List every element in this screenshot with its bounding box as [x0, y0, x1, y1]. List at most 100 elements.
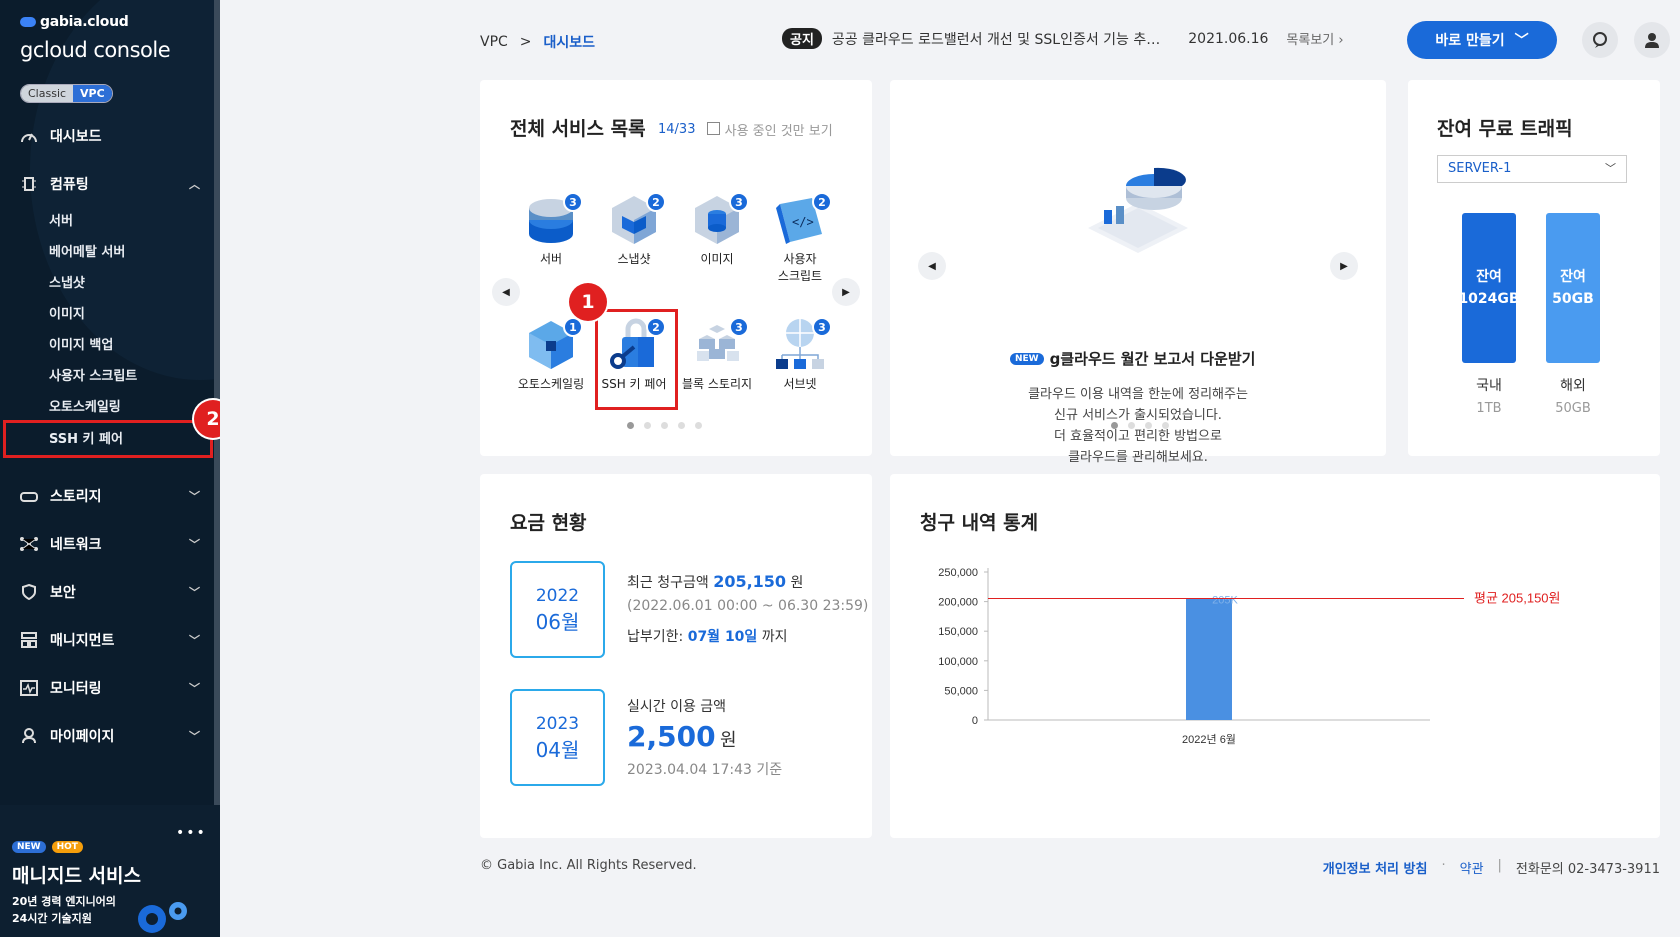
service-image[interactable]: 3 이미지	[677, 190, 757, 267]
banner-prev-arrow[interactable]: ◀	[918, 252, 946, 280]
cloud-icon	[20, 17, 36, 27]
sidebar-item-user-script[interactable]: 사용자 스크립트	[49, 365, 137, 384]
subnet-count-badge: 3	[812, 317, 832, 337]
dashboard-gauge-icon	[20, 127, 38, 145]
banner-page-dots[interactable]	[1111, 422, 1169, 429]
image-count-badge: 3	[729, 192, 749, 212]
service-subnet[interactable]: 3 서브넷	[760, 315, 840, 392]
more-dots-icon[interactable]: •••	[176, 825, 207, 841]
block-storage-count-badge: 3	[729, 317, 749, 337]
billing-card: 요금 현황 2022 06월 최근 청구금액 205,150 원 (2022.0…	[480, 474, 872, 838]
highlight-ssh-service	[595, 309, 678, 410]
annotation-marker-1: 1	[569, 283, 607, 321]
top-bar: VPC > 대시보드 공지 공공 클라우드 로드밸런서 개선 및 SSL인증서 …	[220, 0, 1680, 80]
recent-billing-info: 최근 청구금액 205,150 원 (2022.06.01 00:00 ~ 06…	[627, 572, 869, 645]
new-badge: NEW	[12, 841, 46, 853]
notice-badge: 공지	[782, 28, 822, 49]
nav-dashboard[interactable]: 대시보드	[20, 126, 102, 146]
recent-billing-month[interactable]: 2022 06월	[510, 561, 605, 658]
gabia-logo[interactable]: gabia.cloud	[20, 14, 129, 30]
service-prev-arrow[interactable]: ◀	[492, 278, 520, 306]
recent-billing-amount: 205,150	[713, 572, 787, 591]
quick-create-button[interactable]: 바로 만들기 ﹀	[1407, 21, 1557, 59]
chevron-down-icon: ﹀	[1514, 33, 1529, 49]
service-page-dots[interactable]	[627, 422, 702, 429]
console-brand[interactable]: gcloud console	[20, 38, 171, 62]
profile-icon[interactable]	[1634, 22, 1670, 58]
realtime-billing-month[interactable]: 2023 04월	[510, 689, 605, 786]
chart-bar	[1186, 598, 1232, 720]
banner-new-badge: NEW	[1010, 352, 1044, 365]
y-tick-label: 250,000	[938, 567, 978, 579]
report-banner-card[interactable]: ◀ ▶ NEW g클라우드 월간 보고서 다운받기 클라우드 이용 내역을 한눈…	[890, 80, 1386, 465]
nav-computing[interactable]: 컴퓨팅 ︿	[20, 174, 200, 194]
y-tick-label: 0	[972, 715, 978, 727]
chevron-down-icon: ﹀	[189, 682, 200, 695]
notice-text[interactable]: 공공 클라우드 로드밸런서 개선 및 SSL인증서 기능 추…	[832, 29, 1160, 49]
service-autoscaling[interactable]: 1 오토스케일링	[511, 315, 591, 392]
promo-title: 매니지드 서비스	[12, 865, 141, 887]
hot-badge: HOT	[51, 841, 83, 853]
in-use-filter[interactable]: 사용 중인 것만 보기	[707, 120, 833, 139]
chat-icon[interactable]	[1582, 22, 1618, 58]
sidebar-item-baremetal[interactable]: 베어메탈 서버	[49, 241, 125, 260]
privacy-policy-link[interactable]: 개인정보 처리 방침	[1323, 858, 1428, 877]
in-use-checkbox[interactable]	[707, 122, 721, 135]
server-select[interactable]: SERVER-1 ﹀	[1437, 155, 1627, 183]
notice-date: 2021.06.16	[1188, 30, 1269, 47]
toggle-classic[interactable]: Classic	[21, 85, 74, 102]
notice-bar[interactable]: 공지 공공 클라우드 로드밸런서 개선 및 SSL인증서 기능 추… 2021.…	[782, 28, 1344, 49]
service-server[interactable]: 3 서버	[511, 190, 591, 267]
promo-banner[interactable]: ••• NEW HOT 매니지드 서비스 20년 경력 엔지니어의 24시간 기…	[0, 805, 220, 937]
billing-stats-chart: 250,000 200,000 150,000 100,000 50,000 0 205K 2…	[938, 567, 1560, 746]
storage-icon	[20, 487, 38, 505]
service-user-script[interactable]: </> 2 사용자 스크립트	[760, 190, 840, 284]
chevron-down-icon: ﹀	[1605, 162, 1616, 175]
monitor-pulse-icon	[20, 679, 38, 697]
user-icon	[20, 727, 38, 745]
sidebar-item-server[interactable]: 서버	[49, 210, 73, 229]
service-list-card: 전체 서비스 목록 14/33 사용 중인 것만 보기 ◀ ▶ 3 서버 2 스…	[480, 80, 872, 456]
traffic-domestic: 잔여 1024GB 국내 1TB	[1458, 213, 1520, 416]
breadcrumb-vpc[interactable]: VPC	[480, 34, 508, 50]
chevron-down-icon: ﹀	[189, 538, 200, 551]
sidebar-item-image[interactable]: 이미지	[49, 303, 85, 322]
chevron-down-icon: ﹀	[189, 586, 200, 599]
service-block-storage[interactable]: 3 블록 스토리지	[677, 315, 757, 392]
nav-management[interactable]: 매니지먼트 ﹀	[20, 630, 200, 650]
service-snapshot[interactable]: 2 스냅샷	[594, 190, 674, 267]
billing-title: 요금 현황	[510, 512, 587, 534]
x-tick-label: 2022년 6월	[1182, 733, 1236, 746]
nav-mypage[interactable]: 마이페이지 ﹀	[20, 726, 200, 746]
traffic-title: 잔여 무료 트래픽	[1437, 118, 1573, 140]
promo-subtitle: 20년 경력 엔지니어의 24시간 기술지원	[12, 895, 116, 925]
nav-security[interactable]: 보안 ﹀	[20, 582, 200, 602]
server-count-badge: 3	[563, 192, 583, 212]
chevron-right-icon: ›	[1338, 33, 1344, 48]
y-tick-label: 200,000	[938, 597, 978, 609]
sidebar-item-autoscaling[interactable]: 오토스케일링	[49, 396, 121, 415]
footer: © Gabia Inc. All Rights Reserved. 개인정보 처…	[480, 858, 1660, 877]
nav-storage[interactable]: 스토리지 ﹀	[20, 486, 200, 506]
notice-list-link[interactable]: 목록보기 ›	[1286, 29, 1343, 48]
chevron-down-icon: ﹀	[189, 730, 200, 743]
realtime-amount: 2,500	[627, 720, 716, 753]
classic-vpc-toggle[interactable]: Classic VPC	[20, 84, 113, 103]
chevron-down-icon: ﹀	[189, 634, 200, 647]
banner-title[interactable]: NEW g클라우드 월간 보고서 다운받기	[1010, 348, 1255, 369]
network-icon	[20, 535, 38, 553]
free-traffic-card: 잔여 무료 트래픽 SERVER-1 ﹀ 잔여 1024GB 국내 1TB 잔여 50…	[1408, 80, 1660, 456]
y-tick-label: 100,000	[938, 656, 978, 668]
terms-link[interactable]: 약관	[1460, 858, 1484, 877]
nav-network[interactable]: 네트워크 ﹀	[20, 534, 200, 554]
contact-phone: 전화문의 02-3473-3911	[1515, 862, 1660, 877]
highlight-ssh-menu	[3, 420, 213, 458]
sidebar-item-image-backup[interactable]: 이미지 백업	[49, 334, 113, 353]
banner-next-arrow[interactable]: ▶	[1330, 252, 1358, 280]
y-tick-label: 50,000	[944, 685, 978, 697]
realtime-billing-info: 실시간 이용 금액 2,500 원 2023.04.04 17:43 기준	[627, 699, 783, 778]
gears-icon	[138, 902, 187, 933]
toggle-vpc[interactable]: VPC	[73, 85, 112, 102]
sidebar-item-snapshot[interactable]: 스냅샷	[49, 272, 85, 291]
nav-monitoring[interactable]: 모니터링 ﹀	[20, 678, 200, 698]
